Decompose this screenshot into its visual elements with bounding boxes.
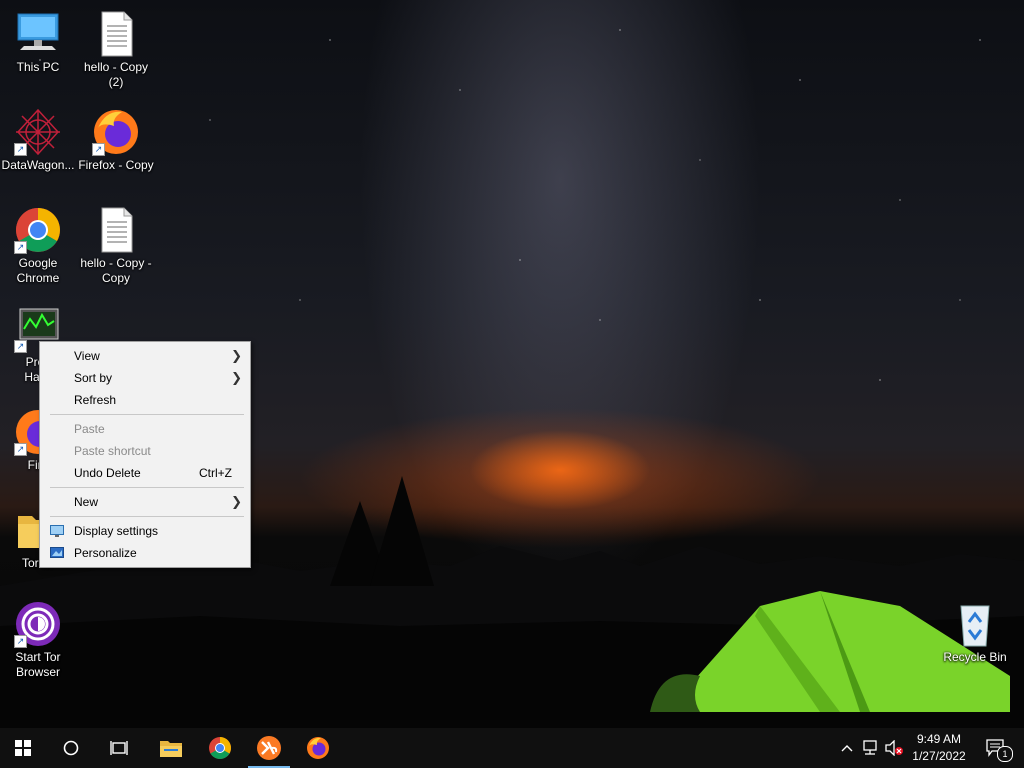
taskbar-chrome[interactable] [197,728,243,768]
chevron-right-icon: ❯ [231,494,242,509]
desktop-icon-label: Recycle Bin [943,650,1007,664]
desktop-icon-label: Google Chrome [16,256,60,285]
action-center-button[interactable]: 1 [983,738,1013,762]
desktop-icon-hello-copy-copy[interactable]: hello - Copy - Copy [78,206,154,286]
task-view-button[interactable] [96,728,142,768]
menu-item-label: Personalize [74,546,137,560]
desktop-icon-recycle-bin[interactable]: Recycle Bin [937,600,1013,665]
desktop-icon-label: DataWagon... [1,158,75,172]
network-button[interactable] [861,738,881,758]
menu-item-sort-by[interactable]: Sort by ❯ [40,367,250,389]
shortcut-arrow-icon: ↗ [14,143,27,156]
menu-item-view[interactable]: View ❯ [40,345,250,367]
show-hidden-icons-button[interactable] [837,738,857,758]
desktop-context-menu: View ❯ Sort by ❯ Refresh Paste Paste sho… [39,341,251,568]
desktop-icon-label: This PC [16,60,60,74]
clock-date: 1/27/2022 [912,749,966,763]
shortcut-arrow-icon: ↗ [92,143,105,156]
menu-item-label: View [74,349,100,363]
menu-separator [50,516,244,517]
firefox-icon: ↗ [92,108,140,156]
xampp-icon [257,736,281,760]
display-settings-icon [50,525,64,537]
desktop-icon-label: Firefox - Copy [78,158,154,172]
desktop[interactable]: This PC hello - Copy (2) ↗ DataWagon... … [0,0,1024,768]
start-button[interactable] [0,728,46,768]
menu-separator [50,487,244,488]
taskbar-xampp[interactable] [246,728,292,768]
shortcut-arrow-icon: ↗ [14,340,27,353]
shortcut-arrow-icon: ↗ [14,443,27,456]
volume-muted-icon [885,740,903,756]
taskbar: 9:49 AM 1/27/2022 1 [0,728,1024,768]
chrome-icon: ↗ [14,206,62,254]
menu-item-paste-shortcut: Paste shortcut [40,440,250,462]
menu-item-label: Refresh [74,393,117,407]
menu-separator [50,414,244,415]
chevron-right-icon: ❯ [231,370,242,385]
windows-logo-icon [15,740,31,756]
text-file-icon [92,206,140,254]
shortcut-arrow-icon: ↗ [14,241,27,254]
desktop-icon-firefox-copy[interactable]: ↗ Firefox - Copy [78,108,154,173]
desktop-icon-hello-copy-2[interactable]: hello - Copy (2) [78,10,154,90]
search-circle-icon [63,740,79,756]
menu-item-label: Paste [74,422,105,436]
volume-button[interactable] [884,738,904,758]
menu-item-label: Undo Delete [74,466,141,480]
menu-item-shortcut-key: Ctrl+Z [199,466,232,480]
notification-count-badge: 1 [997,746,1013,762]
chrome-icon [209,737,231,759]
desktop-icon-this-pc[interactable]: This PC [0,10,76,75]
menu-item-display-settings[interactable]: Display settings [40,520,250,542]
recycle-bin-icon [951,600,999,648]
folder-icon [160,741,182,757]
chevron-up-icon [841,745,853,752]
desktop-icon-label: Start Tor Browser [15,650,61,679]
menu-item-new[interactable]: New ❯ [40,491,250,513]
shortcut-arrow-icon: ↗ [14,635,27,648]
menu-item-refresh[interactable]: Refresh [40,389,250,411]
clock-time: 9:49 AM [916,732,962,746]
menu-item-undo-delete[interactable]: Undo Delete Ctrl+Z [40,462,250,484]
chevron-right-icon: ❯ [231,348,242,363]
computer-icon [14,10,62,58]
network-icon [863,740,877,755]
tor-icon: ↗ [14,600,62,648]
taskbar-clock[interactable]: 9:49 AM 1/27/2022 [905,731,973,765]
menu-item-label: Sort by [74,371,113,385]
menu-item-personalize[interactable]: Personalize [40,542,250,564]
menu-item-paste: Paste [40,418,250,440]
search-button[interactable] [48,728,94,768]
desktop-icon-label: hello - Copy (2) [83,60,149,89]
personalize-icon [50,547,64,558]
task-view-icon [110,741,128,755]
datawagon-icon: ↗ [14,108,62,156]
taskbar-file-explorer[interactable] [148,728,194,768]
firefox-icon [307,737,329,759]
desktop-icon-google-chrome[interactable]: ↗ Google Chrome [0,206,76,286]
desktop-icon-start-tor-browser[interactable]: ↗ Start Tor Browser [0,600,76,680]
text-file-icon [92,10,140,58]
taskbar-firefox[interactable] [295,728,341,768]
desktop-icon-label: hello - Copy - Copy [80,256,152,285]
desktop-icon-datawagon[interactable]: ↗ DataWagon... [0,108,76,173]
menu-item-label: Display settings [74,524,159,538]
menu-item-label: Paste shortcut [74,444,151,458]
menu-item-label: New [74,495,99,509]
